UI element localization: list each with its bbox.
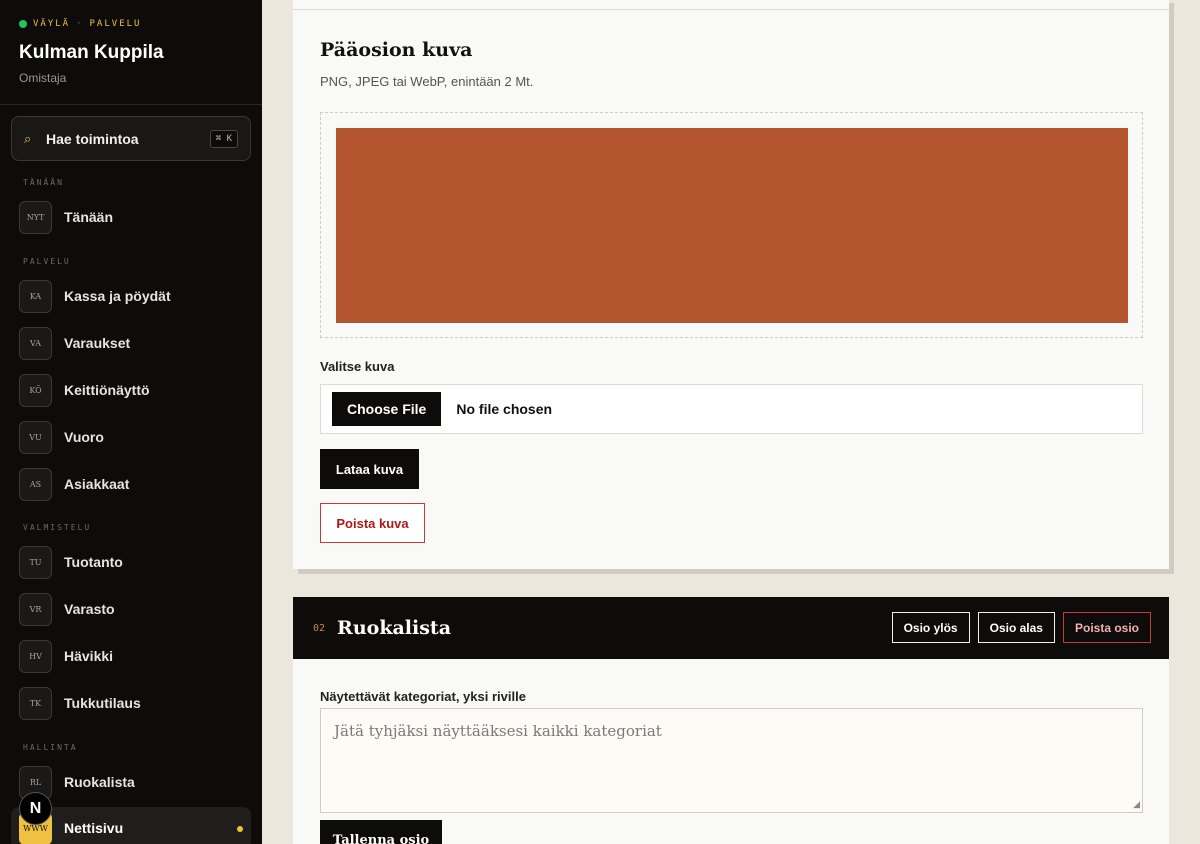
nav-badge: TK xyxy=(19,686,52,720)
nav-section-prep: VALMISTELU xyxy=(23,523,92,532)
file-input[interactable]: Choose File No file chosen xyxy=(320,384,1143,434)
section-number: 02 xyxy=(313,622,326,634)
sidebar-item-tanaan[interactable]: NYT Tänään xyxy=(11,196,251,238)
sidebar-item-tukkutilaus[interactable]: TK Tukkutilaus xyxy=(11,682,251,724)
move-section-up-button[interactable]: Osio ylös xyxy=(891,612,970,643)
search-label: Hae toimintoa xyxy=(46,130,139,147)
nav-badge: KA xyxy=(19,279,52,313)
categories-placeholder: Jätä tyhjäksi näyttääksesi kaikki katego… xyxy=(334,722,662,740)
delete-image-button[interactable]: Poista kuva xyxy=(320,503,425,543)
file-status: No file chosen xyxy=(456,401,553,417)
nav-badge: NYT xyxy=(19,200,52,234)
menu-section-card: Näytettävät kategoriat, yksi riville Jät… xyxy=(293,659,1169,844)
sidebar-item-label: Varasto xyxy=(64,601,115,617)
nav-section-today: TÄNÄÄN xyxy=(23,178,64,187)
resize-handle-icon[interactable]: ◢ xyxy=(1133,800,1140,810)
sidebar-item-tuotanto[interactable]: TU Tuotanto xyxy=(11,541,251,583)
brand-tag-right: PALVELU xyxy=(89,19,142,29)
section-title: Ruokalista xyxy=(337,617,452,639)
image-preview-frame xyxy=(320,112,1143,338)
sidebar-item-label: Asiakkaat xyxy=(64,476,130,492)
sidebar-item-asiakkaat[interactable]: AS Asiakkaat xyxy=(11,463,251,505)
section-actions: Osio ylös Osio alas Poista osio xyxy=(891,612,1151,643)
search-icon: ⌕ xyxy=(24,130,32,146)
nav-badge: VR xyxy=(19,592,52,626)
move-section-down-button[interactable]: Osio alas xyxy=(977,612,1055,643)
sidebar-item-varaukset[interactable]: VA Varaukset xyxy=(11,322,251,364)
sidebar-item-label: Keittiönäyttö xyxy=(64,382,150,398)
command-search-button[interactable]: ⌕ Hae toimintoa ⌘ K xyxy=(11,116,251,161)
save-section-button[interactable]: Tallenna osio xyxy=(320,820,442,844)
sidebar-item-label: Kassa ja pöydät xyxy=(64,288,171,304)
nav-section-service: PALVELU xyxy=(23,257,71,266)
card-title: Pääosion kuva xyxy=(320,39,473,61)
sidebar-item-keittionaytto[interactable]: KÖ Keittiönäyttö xyxy=(11,369,251,411)
status-dot-icon xyxy=(19,20,27,28)
brand-role: Omistaja xyxy=(19,71,67,85)
nav-badge: VU xyxy=(19,420,52,454)
categories-textarea[interactable]: Jätä tyhjäksi näyttääksesi kaikki katego… xyxy=(320,708,1143,813)
nav-badge: KÖ xyxy=(19,373,52,407)
sidebar-item-label: Nettisivu xyxy=(64,820,124,836)
menu-section-header: 02 Ruokalista Osio ylös Osio alas Poista… xyxy=(293,597,1169,659)
sidebar-item-label: Vuoro xyxy=(64,429,104,445)
nav-badge: TU xyxy=(19,545,52,579)
card-hint: PNG, JPEG tai WebP, enintään 2 Mt. xyxy=(320,74,534,89)
sidebar-item-kassa[interactable]: KA Kassa ja pöydät xyxy=(11,275,251,317)
delete-section-button[interactable]: Poista osio xyxy=(1062,612,1151,643)
sidebar-item-havikki[interactable]: HV Hävikki xyxy=(11,635,251,677)
categories-label: Näytettävät kategoriat, yksi riville xyxy=(320,689,526,704)
upload-image-button[interactable]: Lataa kuva xyxy=(320,449,419,489)
nav-badge: HV xyxy=(19,639,52,673)
sidebar: VÄYLÄ · PALVELU Kulman Kuppila Omistaja … xyxy=(0,0,262,844)
choose-file-button[interactable]: Choose File xyxy=(332,392,442,426)
next-logo-icon[interactable]: N xyxy=(19,792,52,825)
card-divider xyxy=(293,9,1169,10)
search-shortcut: ⌘ K xyxy=(209,129,238,148)
file-input-label: Valitse kuva xyxy=(320,359,395,374)
image-preview xyxy=(336,128,1128,323)
sidebar-item-label: Ruokalista xyxy=(64,774,135,790)
brand-tag-separator: · xyxy=(76,19,84,29)
active-indicator-dot xyxy=(237,826,243,832)
nav-badge: AS xyxy=(19,467,52,501)
sidebar-item-label: Hävikki xyxy=(64,648,114,664)
sidebar-divider xyxy=(0,104,262,105)
sidebar-item-vuoro[interactable]: VU Vuoro xyxy=(11,416,251,458)
sidebar-item-label: Tänään xyxy=(64,209,114,225)
hero-image-card: Pääosion kuva PNG, JPEG tai WebP, enintä… xyxy=(293,0,1169,569)
sidebar-item-varasto[interactable]: VR Varasto xyxy=(11,588,251,630)
sidebar-item-label: Varaukset xyxy=(64,335,131,351)
sidebar-item-label: Tuotanto xyxy=(64,554,123,570)
brand-tag-left: VÄYLÄ xyxy=(33,19,71,29)
nav-badge: VA xyxy=(19,326,52,360)
brand-name: Kulman Kuppila xyxy=(19,42,164,63)
sidebar-item-label: Tukkutilaus xyxy=(64,695,141,711)
nav-section-admin: HALLINTA xyxy=(23,743,78,752)
brand-tagline: VÄYLÄ · PALVELU xyxy=(19,19,141,29)
